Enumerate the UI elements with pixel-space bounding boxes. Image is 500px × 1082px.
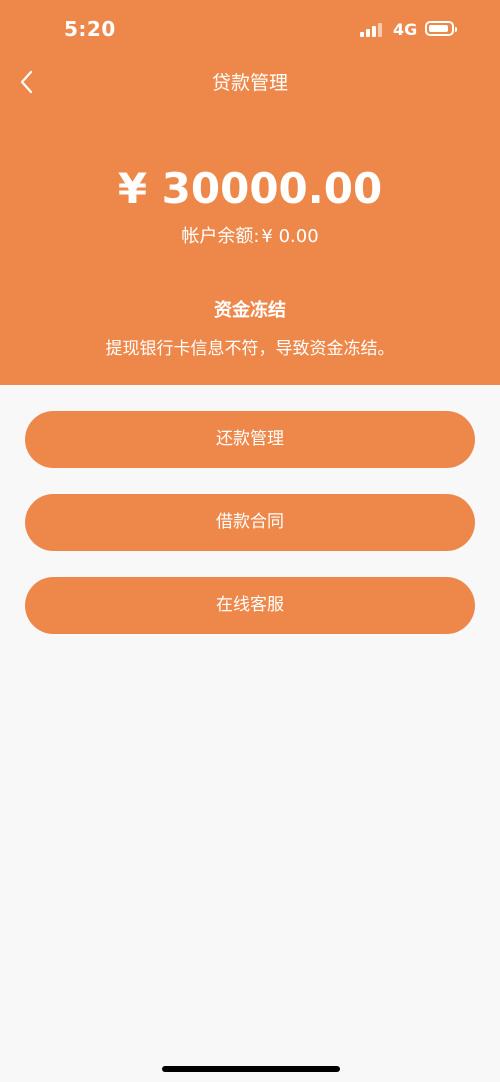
header-panel: 5:20 4G 贷款管理 ¥ 30000.00 帐户余额: ¥ 0.00 资金冻结… — [0, 0, 500, 385]
repayment-management-button[interactable]: 还款管理 — [25, 411, 475, 468]
page-title: 贷款管理 — [211, 72, 288, 94]
loan-amount: ¥ 30000.00 — [117, 164, 383, 213]
signal-icon — [360, 23, 386, 37]
status-title: 资金冻结 — [214, 300, 286, 321]
balance-label: 帐户余额: — [181, 226, 260, 247]
home-indicator[interactable] — [162, 1066, 340, 1072]
status-message: 提现银行卡信息不符，导致资金冻结。 — [105, 339, 395, 359]
loan-contract-button[interactable]: 借款合同 — [25, 494, 475, 551]
status-time: 5:20 — [64, 17, 116, 41]
online-service-button[interactable]: 在线客服 — [25, 577, 475, 634]
status-bar: 5:20 4G — [0, 0, 500, 60]
balance-value: ¥ 0.00 — [261, 226, 319, 247]
battery-icon — [425, 21, 457, 36]
account-balance: 帐户余额: ¥ 0.00 — [0, 222, 500, 248]
network-type: 4G — [393, 20, 418, 39]
nav-bar: 贷款管理 — [0, 60, 500, 104]
